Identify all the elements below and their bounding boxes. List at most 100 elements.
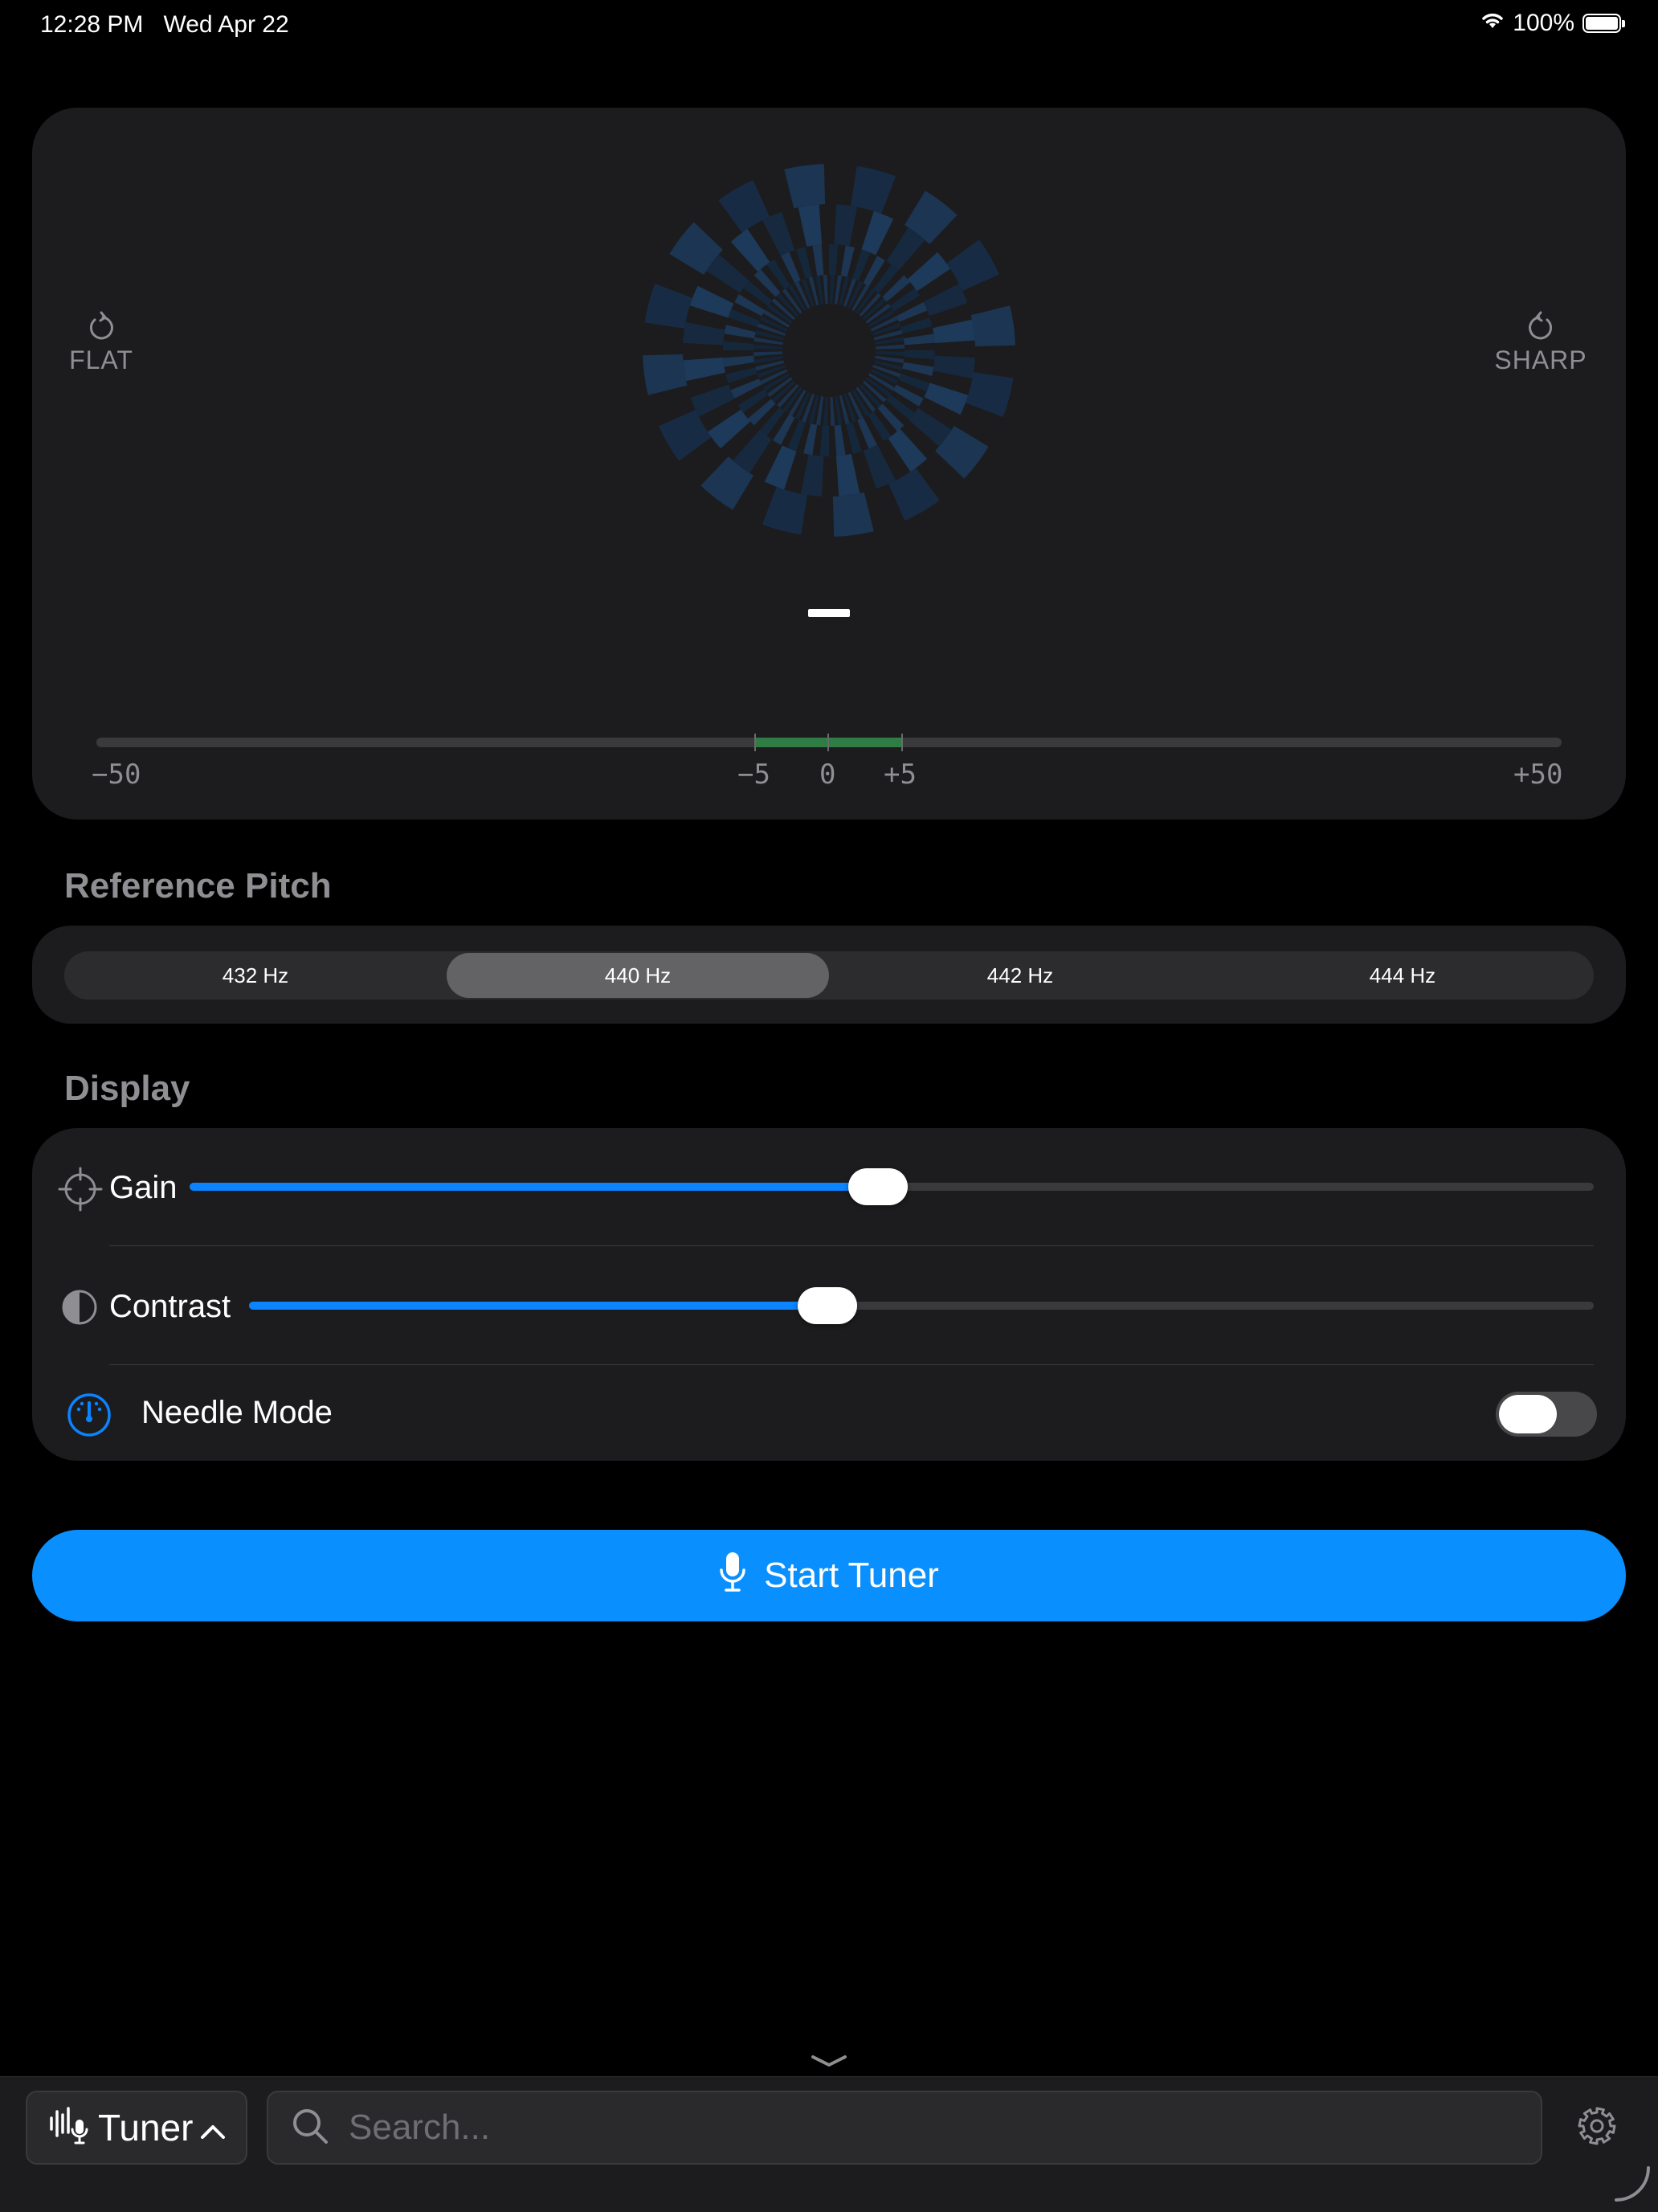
strobe-segment [723, 355, 755, 367]
reference-pitch-segmented-control: 432 Hz 440 Hz 442 Hz 444 Hz [64, 951, 1594, 1000]
cents-tick-minus5 [754, 734, 756, 751]
status-time: 12:28 PM Wed Apr 22 [40, 11, 289, 39]
status-right: 100% [1480, 10, 1625, 37]
rotate-left-icon [69, 310, 133, 344]
in-tune-zone [755, 738, 903, 747]
strobe-segment [819, 425, 829, 456]
sharp-label: SHARP [1494, 345, 1587, 374]
needle-mode-toggle[interactable] [1496, 1392, 1597, 1437]
needle-mode-label: Needle Mode [141, 1395, 333, 1430]
resize-handle-icon[interactable] [1613, 2165, 1652, 2207]
strobe-segment [784, 164, 826, 209]
strobe-segment [875, 351, 905, 356]
note-display: – [795, 595, 863, 633]
strobe-segment [933, 319, 975, 344]
strobe-segment [823, 275, 828, 305]
start-tuner-label: Start Tuner [764, 1556, 939, 1595]
microphone-icon [719, 1551, 746, 1601]
strobe-segment [965, 372, 1014, 418]
pitch-option-label: 442 Hz [986, 963, 1054, 987]
strobe-segment [861, 211, 894, 256]
strobe-segment [644, 283, 693, 329]
pitch-option-440[interactable]: 440 Hz [447, 953, 829, 998]
cents-label-zero: 0 [819, 758, 836, 791]
strobe-segment [904, 350, 935, 360]
gauge-icon [66, 1392, 112, 1442]
sharp-indicator: SHARP [1491, 310, 1591, 375]
strobe-segment [830, 396, 835, 426]
toggle-knob [1499, 1395, 1557, 1433]
rotate-right-icon [1491, 310, 1591, 344]
strobe-segment [803, 423, 818, 456]
strobe-segment [834, 204, 858, 247]
strobe-segment [832, 492, 874, 537]
strobe-segment [643, 354, 688, 395]
contrast-slider[interactable] [249, 1287, 1594, 1324]
strobe-segment [830, 275, 835, 305]
strobe-segment [753, 351, 783, 357]
strobe-segment [683, 357, 725, 382]
strobe-segment [689, 285, 734, 318]
strobe-segment [900, 317, 933, 333]
strobe-segment [796, 247, 812, 279]
flat-label: FLAT [69, 345, 133, 374]
pitch-option-432[interactable]: 432 Hz [64, 951, 447, 1000]
gain-label: Gain [109, 1170, 178, 1205]
contrast-label: Contrast [109, 1289, 231, 1324]
cents-label-min: −50 [92, 758, 141, 791]
status-time-text: 12:28 PM [40, 11, 144, 38]
strobe-segment [907, 251, 951, 292]
strobe-segment [718, 180, 770, 233]
cents-tick-plus5 [901, 734, 903, 751]
pitch-option-444[interactable]: 444 Hz [1211, 951, 1594, 1000]
gear-icon[interactable] [1576, 2105, 1618, 2151]
status-date-text: Wed Apr 22 [163, 11, 289, 38]
note-placeholder-dash [808, 609, 850, 617]
sheet-grabber-icon[interactable] [810, 2054, 848, 2072]
battery-percent: 100% [1513, 10, 1574, 36]
crosshair-icon [58, 1167, 103, 1216]
strobe-segment [707, 409, 751, 449]
contrast-icon [61, 1289, 98, 1330]
cents-label-plus5: +5 [884, 758, 917, 791]
cents-label-max: +50 [1513, 758, 1563, 791]
search-input[interactable] [347, 2107, 1475, 2149]
contrast-slider-fill [249, 1302, 827, 1310]
strobe-segment [846, 422, 862, 454]
chevron-up-icon [199, 2106, 227, 2149]
strobe-segment [723, 341, 754, 350]
strobe-segment [690, 384, 735, 418]
strobe-segment [863, 444, 896, 489]
pitch-option-label: 432 Hz [222, 963, 289, 987]
strobe-segment [923, 283, 968, 317]
strobe-segment [888, 428, 928, 472]
strobe-segment [888, 468, 940, 521]
pitch-option-label: 440 Hz [604, 963, 672, 987]
search-field[interactable] [267, 2091, 1542, 2165]
cents-label-minus5: −5 [737, 758, 770, 791]
start-tuner-button[interactable]: Start Tuner [32, 1530, 1626, 1621]
strobe-segment [903, 333, 935, 345]
contrast-slider-thumb[interactable] [798, 1287, 857, 1324]
reference-pitch-title: Reference Pitch [64, 866, 332, 906]
display-title: Display [64, 1069, 190, 1108]
cents-tick-zero [827, 734, 829, 751]
strobe-segment [902, 362, 934, 376]
strobe-segment [764, 445, 797, 490]
strobe-segment [851, 166, 896, 215]
strobe-segment [835, 454, 860, 497]
strobe-segment [725, 367, 758, 383]
strobe-wheel [643, 164, 1015, 537]
gain-slider-thumb[interactable] [848, 1168, 908, 1205]
search-icon [291, 2107, 329, 2149]
pitch-option-442[interactable]: 442 Hz [829, 951, 1211, 1000]
strobe-segment [875, 344, 905, 350]
strobe-segment [730, 228, 770, 272]
strobe-segment [659, 410, 712, 461]
wifi-icon [1480, 10, 1505, 37]
waveform-mic-icon [48, 2102, 92, 2154]
strobe-segment [762, 486, 807, 535]
gain-slider[interactable] [190, 1168, 1594, 1205]
strobe-segment [753, 345, 783, 350]
tool-picker-button[interactable]: Tuner [26, 2091, 247, 2165]
